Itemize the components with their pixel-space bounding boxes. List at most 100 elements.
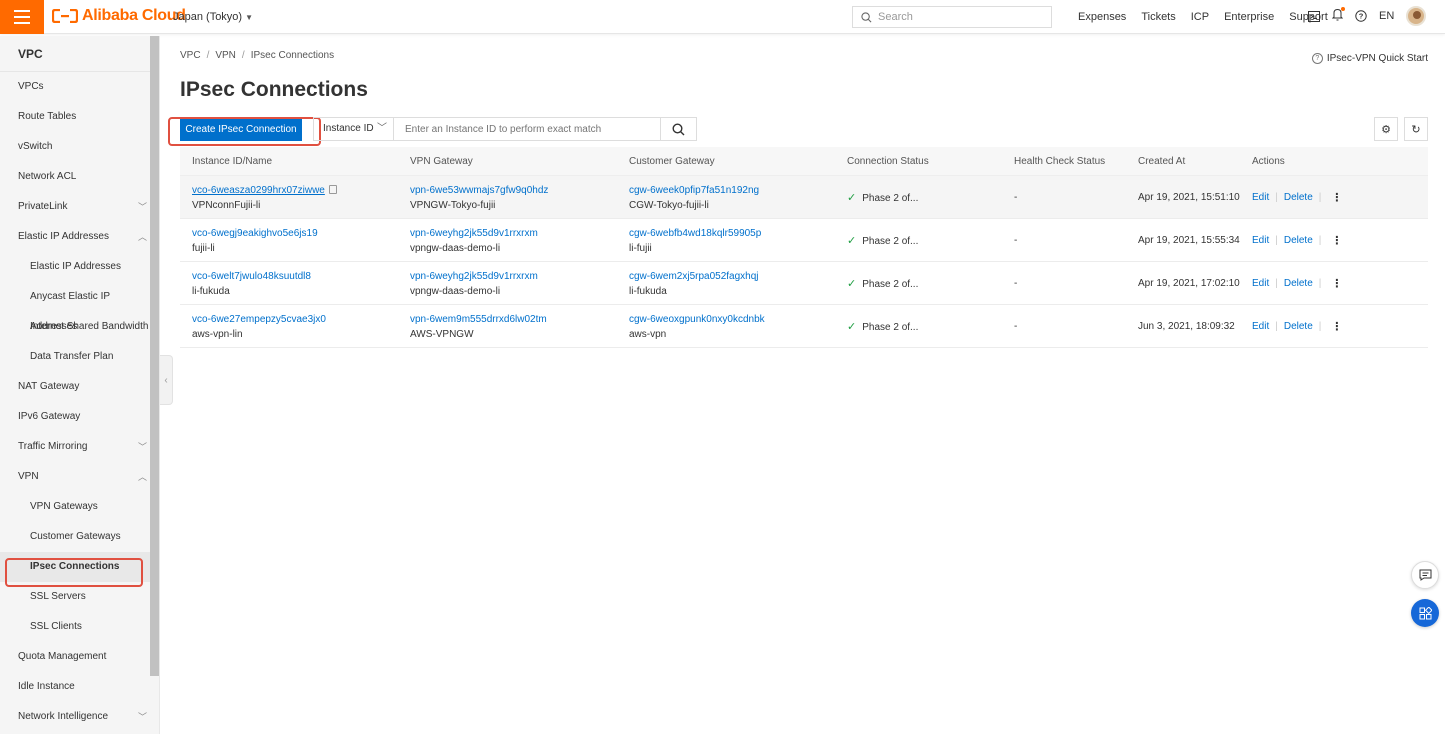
chevron-up-icon: ︿ (137, 232, 147, 242)
customer-gateway-link[interactable]: cgw-6week0pfip7fa51n192ng (629, 185, 759, 196)
sidebar-item-network-acl[interactable]: Network ACL (0, 162, 159, 192)
sidebar-item-label: NAT Gateway (18, 381, 80, 392)
sidebar-item-elastic-ip-addresses[interactable]: Elastic IP Addresses (0, 252, 159, 282)
sidebar-title: VPC (0, 36, 159, 72)
vpn-gateway-link[interactable]: vpn-6wem9m555drrxd6lw02tm (410, 314, 547, 325)
sidebar-item-internet-shared-bandwidth[interactable]: Internet Shared Bandwidth (0, 312, 159, 342)
sidebar-item-label: Elastic IP Addresses (30, 261, 121, 272)
delete-link[interactable]: Delete (1284, 321, 1313, 332)
edit-link[interactable]: Edit (1252, 278, 1269, 289)
avatar[interactable] (1406, 6, 1427, 26)
vpn-gateway-link[interactable]: vpn-6weyhg2jk55d9v1rrxrxm (410, 228, 538, 239)
gear-icon: ⚙ (1381, 123, 1391, 136)
sidebar-item-label: IPv6 Gateway (18, 411, 81, 422)
breadcrumb-vpc[interactable]: VPC (180, 50, 201, 61)
connection-status[interactable]: Phase 2 of... (862, 322, 918, 333)
delete-link[interactable]: Delete (1284, 192, 1313, 203)
brand-name: Alibaba Cloud (82, 7, 186, 24)
sidebar: VPC VPCs Route Tables vSwitch Network AC… (0, 36, 160, 734)
sidebar-item-vpn-group[interactable]: VPN ︿ (0, 462, 159, 492)
apps-grid-icon (1419, 606, 1432, 619)
search-button[interactable] (660, 117, 697, 141)
sidebar-item-vpn-gateways[interactable]: VPN Gateways (0, 492, 159, 522)
more-actions-icon[interactable]: ⋮ (1331, 191, 1342, 204)
apps-button[interactable] (1411, 599, 1439, 627)
sidebar-item-customer-gateways[interactable]: Customer Gateways (0, 522, 159, 552)
terminal-icon[interactable] (1308, 10, 1320, 22)
hamburger-menu-icon[interactable] (0, 0, 44, 34)
sidebar-item-elastic-ip-group[interactable]: Elastic IP Addresses ︿ (0, 222, 159, 252)
connection-status[interactable]: Phase 2 of... (862, 236, 918, 247)
created-at: Apr 19, 2021, 17:02:10 (1138, 278, 1240, 289)
connection-status[interactable]: Phase 2 of... (862, 193, 918, 204)
sidebar-item-vswitch[interactable]: vSwitch (0, 132, 159, 162)
link-enterprise[interactable]: Enterprise (1224, 11, 1274, 23)
sidebar-item-data-transfer-plan[interactable]: Data Transfer Plan (0, 342, 159, 372)
sidebar-item-label: SSL Clients (30, 621, 82, 632)
breadcrumb-vpn[interactable]: VPN (215, 50, 236, 61)
edit-link[interactable]: Edit (1252, 235, 1269, 246)
customer-gateway-link[interactable]: cgw-6weoxgpunk0nxy0kcdnbk (629, 314, 765, 325)
sidebar-item-route-tables[interactable]: Route Tables (0, 102, 159, 132)
filter-type-label: Instance ID (323, 123, 374, 134)
caret-down-icon: ▼ (245, 13, 254, 22)
vpn-gateway-name: vpngw-daas-demo-li (410, 286, 501, 297)
instance-id-link[interactable]: vco-6weasza0299hrx07ziwwe (192, 185, 325, 196)
top-icons: ? EN (1308, 6, 1427, 26)
more-actions-icon[interactable]: ⋮ (1331, 234, 1342, 247)
alibaba-cloud-logo[interactable]: Alibaba Cloud (52, 7, 186, 25)
notification-bell-icon[interactable] (1331, 7, 1345, 24)
quick-start-link[interactable]: ? IPsec-VPN Quick Start (1311, 53, 1428, 64)
filter-type-select[interactable]: Instance ID ﹀ (313, 117, 393, 141)
instance-id-search-input[interactable] (393, 117, 661, 141)
sidebar-item-idle-instance[interactable]: Idle Instance (0, 672, 159, 702)
language-switch[interactable]: EN (1379, 10, 1394, 22)
sidebar-scrollbar[interactable] (150, 36, 159, 676)
chevron-down-icon: ﹀ (377, 123, 387, 134)
settings-button[interactable]: ⚙ (1374, 117, 1398, 141)
sidebar-item-quota-management[interactable]: Quota Management (0, 642, 159, 672)
vpn-gateway-link[interactable]: vpn-6we53wwmajs7gfw9q0hdz (410, 185, 548, 196)
connection-status[interactable]: Phase 2 of... (862, 279, 918, 290)
table-row: vco-6wegj9eakighvo5e6js19 fujii-li vpn-6… (180, 219, 1428, 262)
instance-id-link[interactable]: vco-6we27empepzy5cvae3jx0 (192, 314, 326, 325)
sidebar-item-label: PrivateLink (18, 201, 68, 212)
edit-link[interactable]: Edit (1252, 321, 1269, 332)
instance-id-link[interactable]: vco-6welt7jwulo48ksuutdl8 (192, 271, 311, 282)
sidebar-item-nat-gateway[interactable]: NAT Gateway (0, 372, 159, 402)
sidebar-item-label: Elastic IP Addresses (18, 231, 109, 242)
instance-id-link[interactable]: vco-6wegj9eakighvo5e6js19 (192, 228, 318, 239)
instance-name: VPNconnFujii-li (192, 200, 261, 211)
help-icon[interactable]: ? (1355, 10, 1367, 22)
sidebar-item-vpcs[interactable]: VPCs (0, 72, 159, 102)
refresh-button[interactable]: ↻ (1404, 117, 1428, 141)
vpn-gateway-link[interactable]: vpn-6weyhg2jk55d9v1rrxrxm (410, 271, 538, 282)
global-search-input[interactable]: Search (852, 6, 1052, 28)
chat-button[interactable] (1411, 561, 1439, 589)
link-expenses[interactable]: Expenses (1078, 11, 1126, 23)
sidebar-item-ssl-clients[interactable]: SSL Clients (0, 612, 159, 642)
svg-text:?: ? (1359, 12, 1364, 21)
delete-link[interactable]: Delete (1284, 278, 1313, 289)
customer-gateway-link[interactable]: cgw-6webfb4wd18kqlr59905p (629, 228, 761, 239)
sidebar-collapse-handle[interactable]: ‹ (160, 355, 173, 405)
table-row: vco-6we27empepzy5cvae3jx0 aws-vpn-lin vp… (180, 305, 1428, 348)
sidebar-item-privatelink[interactable]: PrivateLink ﹀ (0, 192, 159, 222)
region-selector[interactable]: Japan (Tokyo) ▼ (173, 11, 253, 23)
sidebar-item-label: VPCs (18, 81, 44, 92)
more-actions-icon[interactable]: ⋮ (1331, 277, 1342, 290)
edit-link[interactable]: Edit (1252, 192, 1269, 203)
sidebar-item-anycast-eip[interactable]: Anycast Elastic IP Addresses (0, 282, 159, 332)
sidebar-item-ipv6-gateway[interactable]: IPv6 Gateway (0, 402, 159, 432)
copy-icon[interactable] (328, 185, 337, 194)
customer-gateway-link[interactable]: cgw-6wem2xj5rpa052fagxhqj (629, 271, 759, 282)
link-icp[interactable]: ICP (1191, 11, 1209, 23)
sidebar-item-label: Internet Shared Bandwidth (30, 321, 149, 332)
top-bar: Alibaba Cloud Japan (Tokyo) ▼ Search Expe… (0, 0, 1445, 34)
more-actions-icon[interactable]: ⋮ (1331, 320, 1342, 333)
check-icon: ✓ (847, 278, 857, 290)
link-tickets[interactable]: Tickets (1141, 11, 1175, 23)
delete-link[interactable]: Delete (1284, 235, 1313, 246)
sidebar-item-network-intelligence[interactable]: Network Intelligence ﹀ (0, 702, 159, 732)
sidebar-item-traffic-mirroring[interactable]: Traffic Mirroring ﹀ (0, 432, 159, 462)
